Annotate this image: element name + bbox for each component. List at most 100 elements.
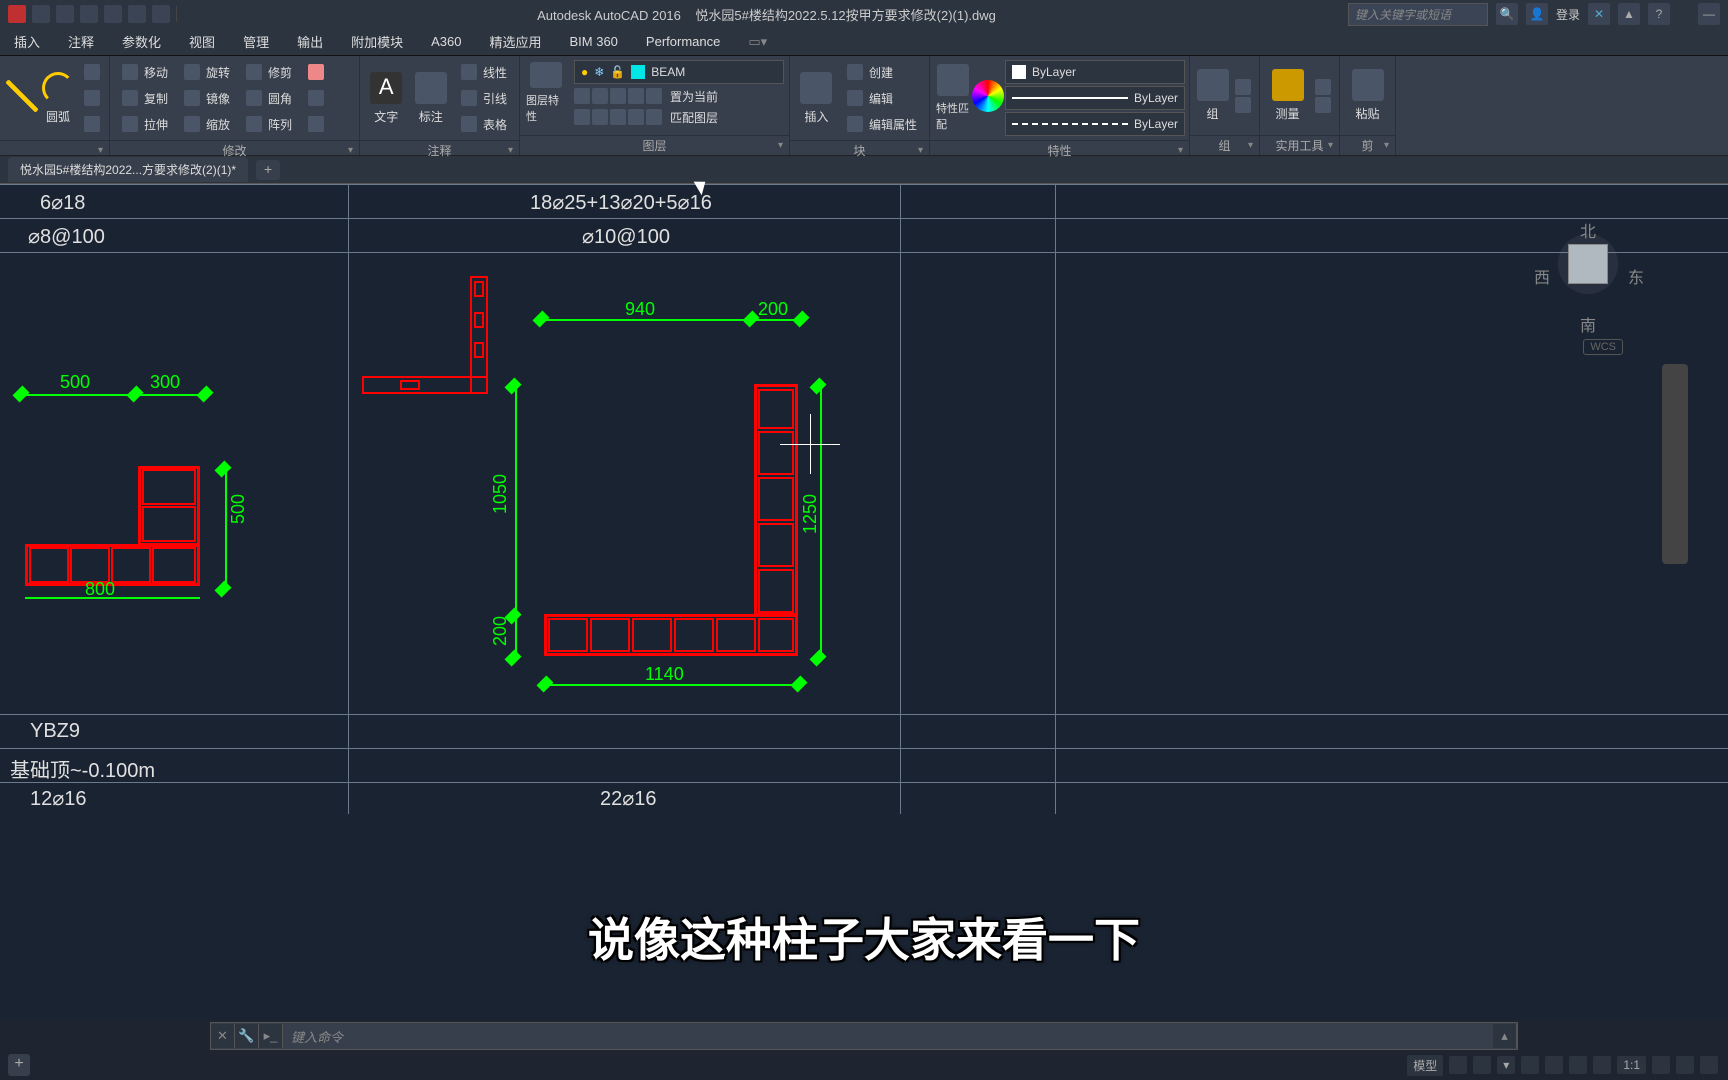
ortho-toggle[interactable] <box>1521 1056 1539 1074</box>
layerprops-button[interactable]: 图层特性 <box>526 62 566 124</box>
trim-button[interactable]: 修剪 <box>242 60 296 84</box>
paste-button[interactable]: 粘贴 <box>1346 61 1389 131</box>
otrack-toggle[interactable] <box>1593 1056 1611 1074</box>
panel-label-modify[interactable]: 修改 <box>110 140 359 160</box>
vc-west[interactable]: 西 <box>1534 264 1550 288</box>
rect-button[interactable] <box>80 112 104 136</box>
panel-label-props[interactable]: 特性 <box>930 140 1189 160</box>
makecurrent-button[interactable]: 置为当前 <box>670 88 718 105</box>
layer-ico1[interactable] <box>574 88 590 104</box>
vc-north[interactable]: 北 <box>1580 218 1596 242</box>
table-button[interactable]: 表格 <box>457 112 511 136</box>
wcs-label[interactable]: WCS <box>1583 339 1623 355</box>
attr-button[interactable]: 编辑属性 <box>843 112 921 136</box>
ungroup-icon[interactable] <box>1235 79 1251 95</box>
insert-button[interactable]: 插入 <box>796 63 837 133</box>
add-layout-button[interactable]: + <box>8 1054 30 1076</box>
cmdline-config-icon[interactable]: 🔧 <box>235 1024 259 1048</box>
tab-featured[interactable]: 精选应用 <box>475 28 555 55</box>
tab-parametric[interactable]: 参数化 <box>108 28 175 55</box>
open-icon[interactable] <box>56 5 74 23</box>
vc-east[interactable]: 东 <box>1628 264 1644 288</box>
login-icon[interactable]: 👤 <box>1526 3 1548 25</box>
new-tab-button[interactable]: + <box>256 160 280 180</box>
stretch-button[interactable]: 拉伸 <box>118 112 172 136</box>
redo-icon[interactable] <box>128 5 146 23</box>
create-button[interactable]: 创建 <box>843 60 921 84</box>
layer-ico3[interactable] <box>610 88 626 104</box>
linetype-selector[interactable]: ByLayer <box>1005 112 1185 136</box>
tab-bim360[interactable]: BIM 360 <box>556 28 632 55</box>
tab-manage[interactable]: 管理 <box>229 28 283 55</box>
navigation-bar[interactable] <box>1662 364 1688 564</box>
clean-toggle[interactable] <box>1700 1056 1718 1074</box>
fillet-button[interactable]: 圆角 <box>242 86 296 110</box>
mod-extra3[interactable] <box>304 112 328 136</box>
mod-extra2[interactable] <box>304 86 328 110</box>
layer-ico6[interactable] <box>574 109 590 125</box>
arc-button[interactable]: 圆弧 <box>42 63 74 133</box>
text-button[interactable]: A文字 <box>366 63 406 133</box>
new-icon[interactable] <box>32 5 50 23</box>
leader-button[interactable]: 引线 <box>457 86 511 110</box>
measure-button[interactable]: 测量 <box>1266 61 1309 131</box>
help-icon[interactable]: ? <box>1648 3 1670 25</box>
mod-extra1[interactable] <box>304 60 328 84</box>
tab-output[interactable]: 输出 <box>283 28 337 55</box>
panel-label-block[interactable]: 块 <box>790 140 929 160</box>
vc-south[interactable]: 南 <box>1580 312 1596 336</box>
panel-label-util[interactable]: 实用工具 <box>1260 135 1339 155</box>
tab-performance[interactable]: Performance <box>632 28 734 55</box>
tab-extra-icon[interactable]: ▭▾ <box>734 28 781 55</box>
scale-button[interactable]: 缩放 <box>180 112 234 136</box>
viewcube[interactable]: 北 南 西 东 <box>1528 204 1648 324</box>
layer-ico8[interactable] <box>610 109 626 125</box>
util-ico1[interactable] <box>1315 79 1331 95</box>
dim-button[interactable]: 标注 <box>410 63 450 133</box>
file-tab-active[interactable]: 悦水园5#楼结构2022...方要求修改(2)(1)* <box>8 157 248 182</box>
command-line[interactable]: ✕ 🔧 ▸_ 键入命令 ▴ <box>210 1022 1518 1050</box>
layer-ico10[interactable] <box>646 109 662 125</box>
layer-ico5[interactable] <box>646 88 662 104</box>
mirror-button[interactable]: 镜像 <box>180 86 234 110</box>
edit-button[interactable]: 编辑 <box>843 86 921 110</box>
grid-toggle[interactable] <box>1449 1056 1467 1074</box>
drawing-canvas[interactable]: 6⌀18 18⌀25+13⌀20+5⌀16 ⌀8@100 ⌀10@100 YBZ… <box>0 184 1728 1020</box>
app-menu-icon[interactable] <box>8 5 26 23</box>
move-button[interactable]: 移动 <box>118 60 172 84</box>
cmdline-expand-icon[interactable]: ▴ <box>1493 1024 1517 1048</box>
copy-button[interactable]: 复制 <box>118 86 172 110</box>
autodesk-icon[interactable]: ▲ <box>1618 3 1640 25</box>
polar-toggle[interactable] <box>1545 1056 1563 1074</box>
color-selector[interactable]: ByLayer <box>1005 60 1185 84</box>
exchange-icon[interactable]: ✕ <box>1588 3 1610 25</box>
minimize-icon[interactable]: — <box>1698 3 1720 25</box>
undo-icon[interactable] <box>104 5 122 23</box>
tab-a360[interactable]: A360 <box>417 28 475 55</box>
groupedit-icon[interactable] <box>1235 97 1251 113</box>
tab-insert[interactable]: 插入 <box>0 28 54 55</box>
cmdline-close-icon[interactable]: ✕ <box>211 1024 235 1048</box>
matchprops-button[interactable]: 特性匹配 <box>936 63 969 133</box>
viewcube-face[interactable] <box>1568 244 1608 284</box>
array-button[interactable]: 阵列 <box>242 112 296 136</box>
print-icon[interactable] <box>152 5 170 23</box>
layer-ico7[interactable] <box>592 109 608 125</box>
layer-ico9[interactable] <box>628 109 644 125</box>
lineweight-selector[interactable]: ByLayer <box>1005 86 1185 110</box>
panel-label-clip[interactable]: 剪 <box>1340 135 1395 155</box>
layer-ico2[interactable] <box>592 88 608 104</box>
save-icon[interactable] <box>80 5 98 23</box>
panel-label-annotate[interactable]: 注释 <box>360 140 519 160</box>
layer-selector[interactable]: ● ❄ 🔓 BEAM <box>574 60 784 84</box>
snap-toggle[interactable] <box>1473 1056 1491 1074</box>
cmdline-input[interactable]: 键入命令 <box>283 1027 1493 1046</box>
osnap-toggle[interactable] <box>1569 1056 1587 1074</box>
help-search-input[interactable]: 键入关键字或短语 <box>1348 3 1488 26</box>
panel-label-draw[interactable] <box>0 140 109 155</box>
linear-button[interactable]: 线性 <box>457 60 511 84</box>
tab-addins[interactable]: 附加模块 <box>337 28 417 55</box>
util-ico2[interactable] <box>1315 97 1331 113</box>
anno-toggle[interactable] <box>1652 1056 1670 1074</box>
polyline-button[interactable] <box>80 60 104 84</box>
